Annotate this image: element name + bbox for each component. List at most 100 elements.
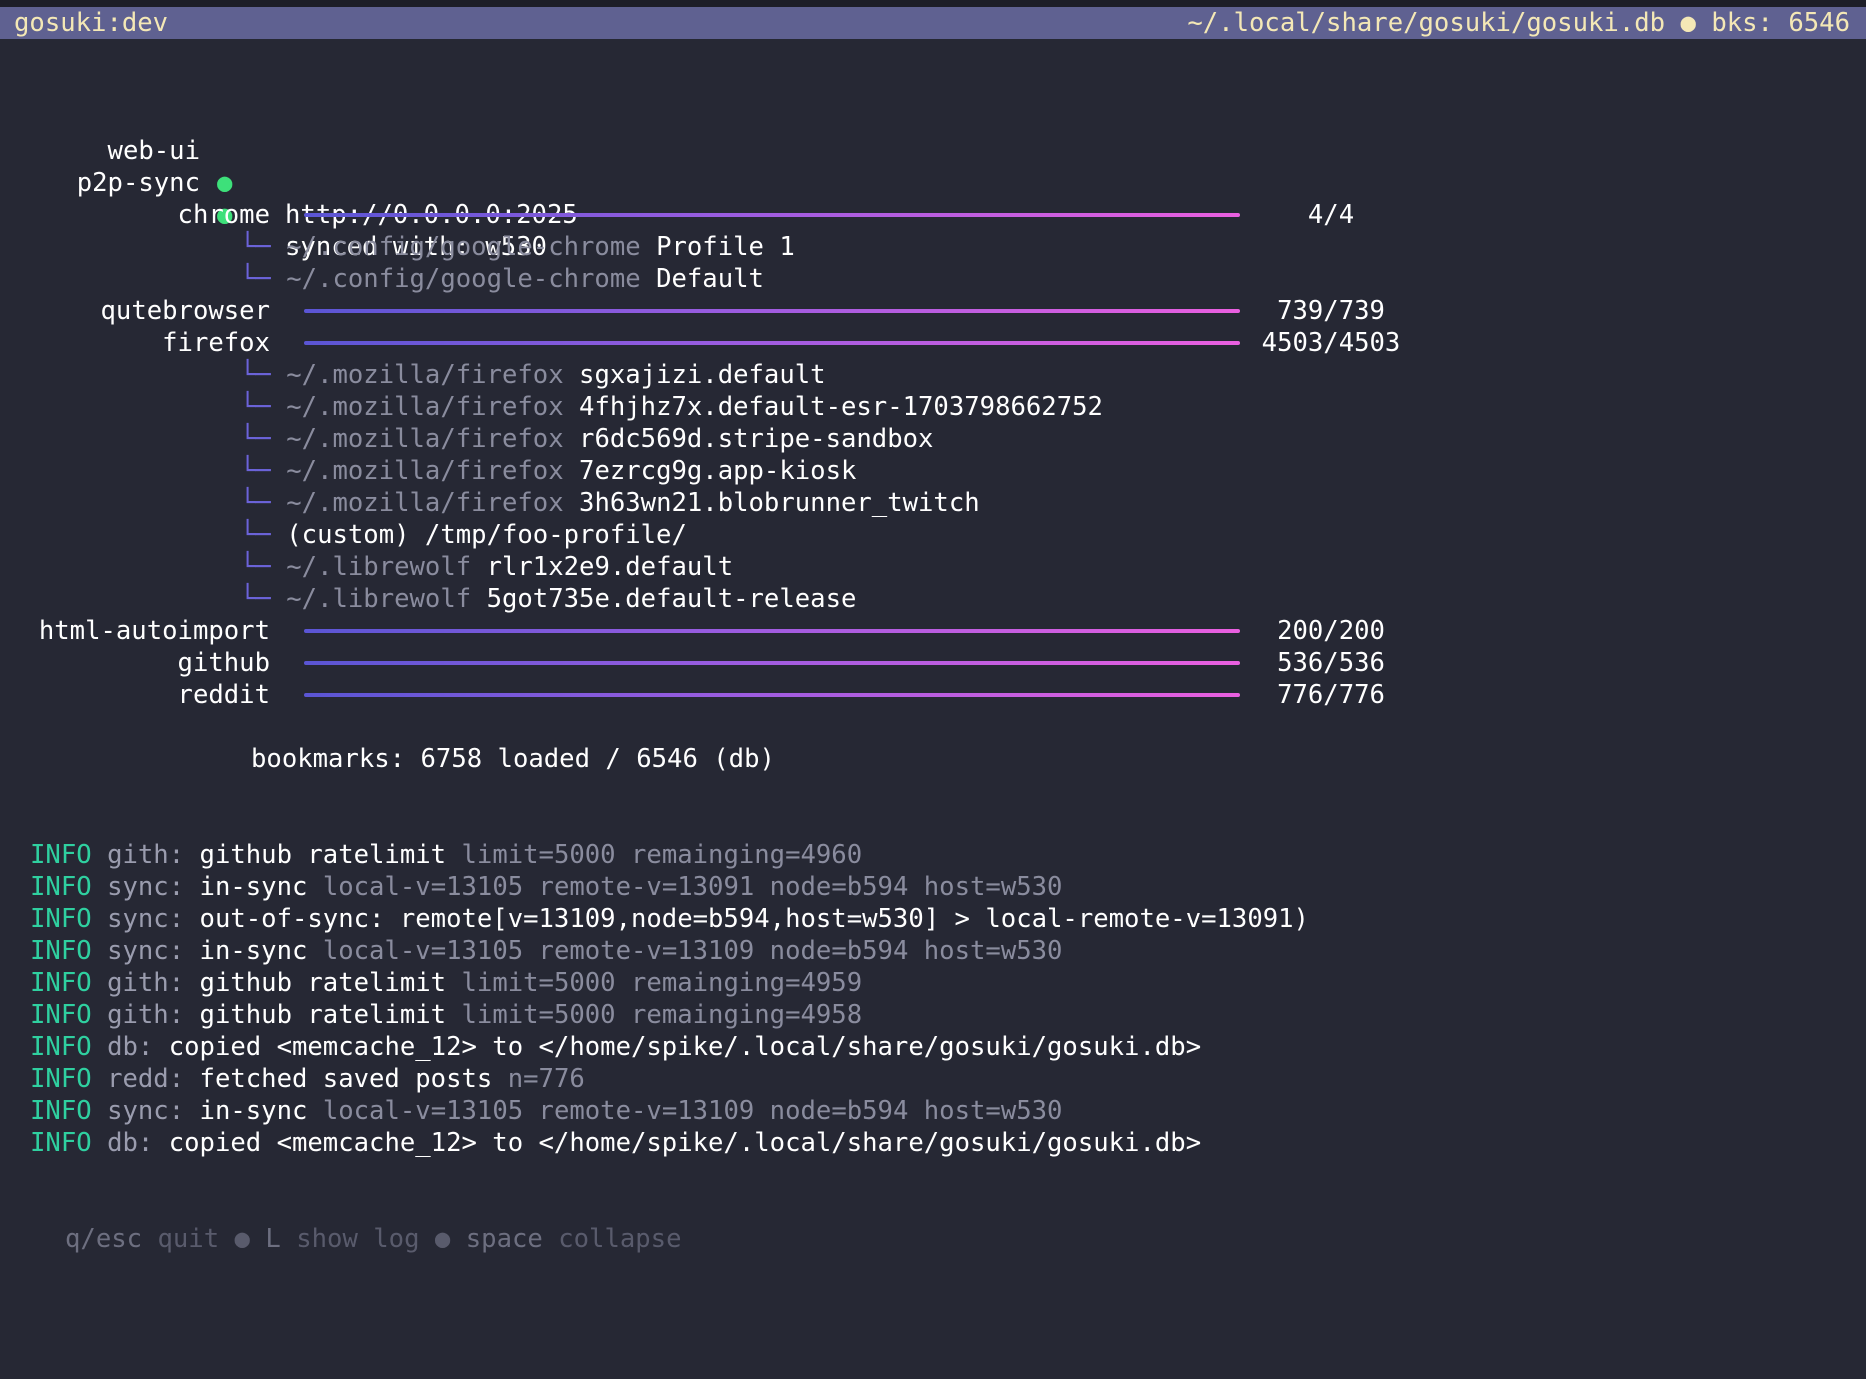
- profile-row: └─ ~/.mozilla/firefox r6dc569d.stripe-sa…: [240, 423, 933, 455]
- service-p2p-sync: p2p-sync ● synced with: w530: [0, 135, 1866, 262]
- profile-name: (custom) /tmp/foo-profile/: [286, 520, 687, 550]
- profile-path: ~/.librewolf: [286, 584, 472, 614]
- log-source: sync:: [107, 936, 185, 966]
- bookmarks-summary: bookmarks: 6758 loaded / 6546 (db): [251, 744, 775, 774]
- tree-branch-icon: └─: [240, 520, 271, 550]
- log-fields: limit=5000 remainging=4958: [461, 1000, 863, 1030]
- log-fields: n=776: [507, 1064, 585, 1094]
- help-key-log[interactable]: L: [265, 1224, 280, 1254]
- help-key-quit[interactable]: q/esc: [65, 1224, 142, 1254]
- module-count-html-autoimport: 200/200: [1277, 616, 1385, 646]
- log-message: github ratelimit: [199, 840, 447, 870]
- log-source: db:: [107, 1128, 154, 1158]
- status-right: ~/.local/share/gosuki/gosuki.db ● bks: 6…: [1187, 8, 1850, 38]
- log-message: out-of-sync: remote[v=13109,node=b594,ho…: [199, 904, 1309, 934]
- profile-name: rlr1x2e9.default: [486, 552, 734, 582]
- profile-path: ~/.mozilla/firefox: [286, 392, 564, 422]
- tree-branch-icon: └─: [240, 264, 271, 294]
- help-action-collapse: collapse: [558, 1224, 682, 1254]
- profile-path: ~/.config/google-chrome: [286, 264, 641, 294]
- log-message: fetched saved posts: [199, 1064, 493, 1094]
- profile-path: ~/.mozilla/firefox: [286, 424, 564, 454]
- log-source: gith:: [107, 840, 185, 870]
- log-source: redd:: [107, 1064, 185, 1094]
- log-message: copied <memcache_12> to </home/spike/.lo…: [168, 1032, 1202, 1062]
- profile-row: └─ (custom) /tmp/foo-profile/: [240, 519, 687, 551]
- log-fields: limit=5000 remainging=4959: [461, 968, 863, 998]
- log-source: sync:: [107, 1096, 185, 1126]
- log-line: INFO gith: github ratelimit limit=5000 r…: [30, 839, 862, 871]
- progress-bar-github: [304, 661, 1240, 665]
- profile-name: 7ezrcg9g.app-kiosk: [579, 456, 857, 486]
- profile-name: 4fhjhz7x.default-esr-1703798662752: [579, 392, 1103, 422]
- module-name-reddit: reddit: [177, 680, 270, 710]
- separator-dot-icon: ●: [434, 1224, 451, 1254]
- profile-name: 5got735e.default-release: [486, 584, 857, 614]
- profile-row: └─ ~/.mozilla/firefox 3h63wn21.blobrunne…: [240, 487, 980, 519]
- log-line: INFO db: copied <memcache_12> to </home/…: [30, 1031, 1201, 1063]
- status-bar: gosuki:dev ~/.local/share/gosuki/gosuki.…: [0, 7, 1866, 39]
- profile-path: ~/.mozilla/firefox: [286, 488, 564, 518]
- help-action-log: show log: [296, 1224, 420, 1254]
- log-fields: local-v=13105 remote-v=13109 node=b594 h…: [322, 1096, 1063, 1126]
- profile-name: sgxajizi.default: [579, 360, 826, 390]
- profile-name: Default: [656, 264, 764, 294]
- progress-bar-html-autoimport: [304, 629, 1240, 633]
- service-name: p2p-sync: [76, 168, 200, 198]
- tree-branch-icon: └─: [240, 552, 271, 582]
- module-name-firefox: firefox: [162, 328, 270, 358]
- module-name-github: github: [177, 648, 270, 678]
- log-fields: limit=5000 remainging=4960: [461, 840, 863, 870]
- profile-name: Profile 1: [656, 232, 795, 262]
- profile-path: ~/.config/google-chrome: [286, 232, 641, 262]
- module-name-html-autoimport: html-autoimport: [38, 616, 270, 646]
- status-dot-icon: ●: [217, 168, 233, 198]
- log-message: github ratelimit: [199, 1000, 447, 1030]
- log-level: INFO: [30, 1000, 92, 1030]
- help-action-quit: quit: [157, 1224, 220, 1254]
- tree-branch-icon: └─: [240, 584, 271, 614]
- profile-path: ~/.mozilla/firefox: [286, 360, 564, 390]
- log-line: INFO db: copied <memcache_12> to </home/…: [30, 1127, 1201, 1159]
- log-level: INFO: [30, 936, 92, 966]
- log-level: INFO: [30, 1128, 92, 1158]
- tree-branch-icon: └─: [240, 232, 271, 262]
- log-level: INFO: [30, 1064, 92, 1094]
- log-line: INFO redd: fetched saved posts n=776: [30, 1063, 585, 1095]
- profile-row: └─ ~/.config/google-chrome Default: [240, 263, 764, 295]
- window-top-border: [0, 0, 1866, 7]
- tree-branch-icon: └─: [240, 360, 271, 390]
- module-name-qutebrowser: qutebrowser: [100, 296, 271, 326]
- progress-bar-reddit: [304, 693, 1240, 697]
- help-bar: q/esc quit ● L show log ● space collapse: [65, 1223, 682, 1255]
- profile-path: ~/.mozilla/firefox: [286, 456, 564, 486]
- log-message: copied <memcache_12> to </home/spike/.lo…: [168, 1128, 1202, 1158]
- module-count-firefox: 4503/4503: [1261, 328, 1401, 358]
- log-level: INFO: [30, 1032, 92, 1062]
- app-title: gosuki:dev: [14, 8, 169, 38]
- log-line: INFO gith: github ratelimit limit=5000 r…: [30, 999, 862, 1031]
- help-key-collapse[interactable]: space: [466, 1224, 543, 1254]
- log-fields: local-v=13105 remote-v=13091 node=b594 h…: [322, 872, 1063, 902]
- log-message: in-sync: [199, 1096, 308, 1126]
- tree-branch-icon: └─: [240, 456, 271, 486]
- tree-branch-icon: └─: [240, 488, 271, 518]
- log-source: gith:: [107, 968, 185, 998]
- separator-dot-icon: ●: [234, 1224, 250, 1254]
- log-level: INFO: [30, 872, 92, 902]
- log-message: in-sync: [199, 872, 308, 902]
- log-line: INFO sync: out-of-sync: remote[v=13109,n…: [30, 903, 1309, 935]
- service-web-ui: web-ui ● http://0.0.0.0:2025: [0, 103, 1866, 230]
- progress-bar-chrome: [304, 213, 1240, 217]
- profile-row: └─ ~/.mozilla/firefox sgxajizi.default: [240, 359, 826, 391]
- progress-bar-firefox: [304, 341, 1240, 345]
- log-line: INFO sync: in-sync local-v=13105 remote-…: [30, 1095, 1062, 1127]
- profile-row: └─ ~/.librewolf rlr1x2e9.default: [240, 551, 733, 583]
- log-level: INFO: [30, 968, 92, 998]
- log-source: sync:: [107, 872, 185, 902]
- module-count-qutebrowser: 739/739: [1277, 296, 1385, 326]
- profile-name: 3h63wn21.blobrunner_twitch: [579, 488, 980, 518]
- profile-row: └─ ~/.mozilla/firefox 7ezrcg9g.app-kiosk: [240, 455, 856, 487]
- tree-branch-icon: └─: [240, 424, 271, 454]
- module-count-github: 536/536: [1277, 648, 1385, 678]
